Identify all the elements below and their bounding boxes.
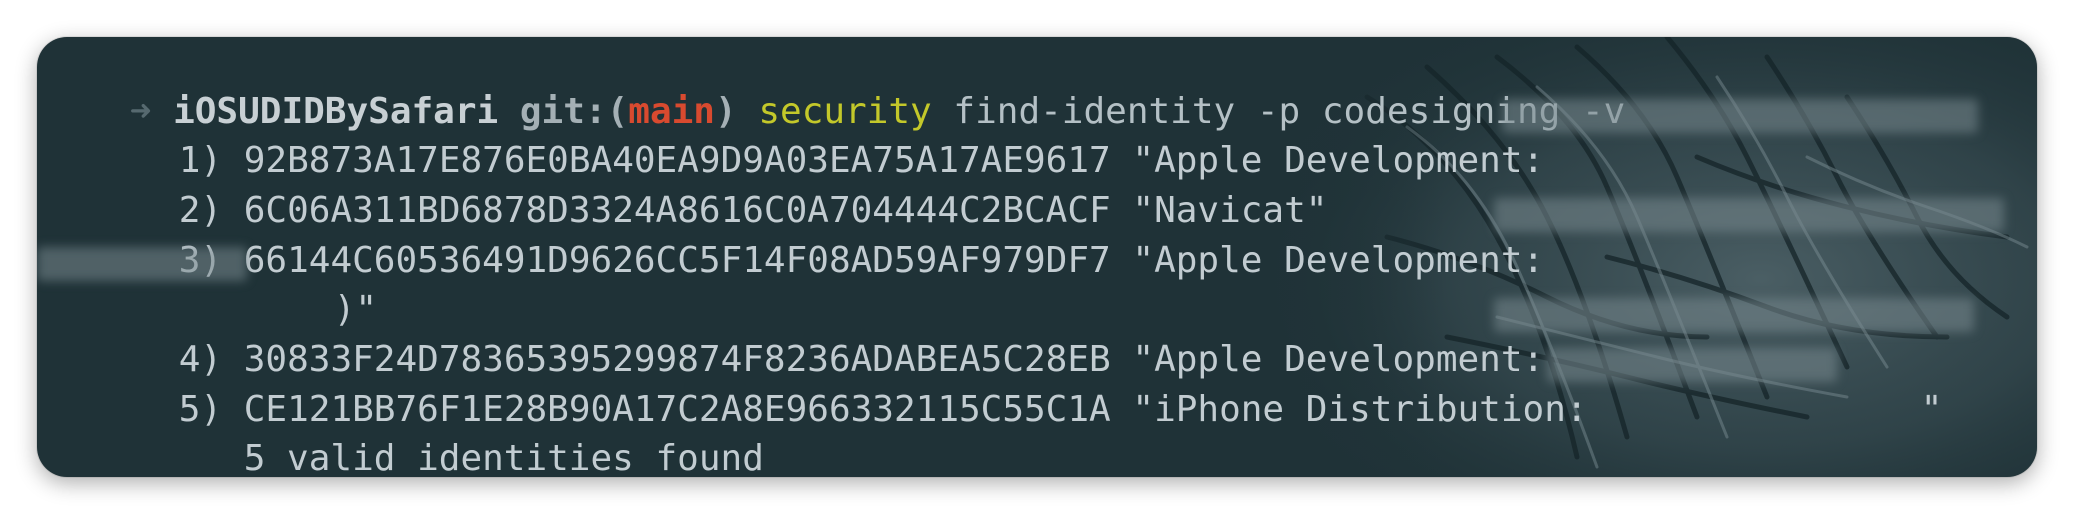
identity-line-5: 5) CE121BB76F1E28B90A17C2A8E966332115C55…: [92, 335, 1588, 430]
identity-line-2: 2) 6C06A311BD6878D3324A8616C0A704444C2BC…: [92, 136, 1328, 231]
identity-line-3: 3) 66144C60536491D9626CC5F14F08AD59AF979…: [92, 186, 1545, 281]
identities-summary: 5 valid identities found: [243, 438, 764, 477]
prompt-line-command: ➜ iOSUDIDBySafari git:(main) security fi…: [43, 37, 1626, 132]
identity-line-4: 4) 30833F24D78365395299874F8236ADABEA5C2…: [92, 285, 1545, 380]
redacted-name-1: [1502, 99, 1978, 133]
identity-suffix-4: )": [1959, 285, 2037, 335]
identity-name: "Apple Development:: [1132, 240, 1545, 281]
identity-line-1: 1) 92B873A17E876E0BA40EA9D9A03EA75A17AE9…: [92, 86, 1545, 181]
terminal-window[interactable]: ➜ iOSUDIDBySafari git:(main) security fi…: [37, 37, 2037, 477]
redacted-name-3: [1494, 198, 2004, 232]
identity-suffix-1: ": [1982, 86, 2037, 136]
redacted-name-4: [1494, 298, 1974, 332]
redacted-name-5: [1547, 348, 1837, 382]
identity-line-3-wrap: )": [333, 289, 378, 330]
prompt-line-input[interactable]: ➜ iOSUDIDBySafari git:(main) ✗: [43, 434, 826, 477]
redacted-name-3-wrap: [37, 247, 247, 281]
identity-name: "iPhone Distribution:: [1132, 389, 1588, 430]
identity-suffix-5: ": [1920, 389, 1943, 430]
identity-suffix-3: (S: [1997, 186, 2037, 236]
